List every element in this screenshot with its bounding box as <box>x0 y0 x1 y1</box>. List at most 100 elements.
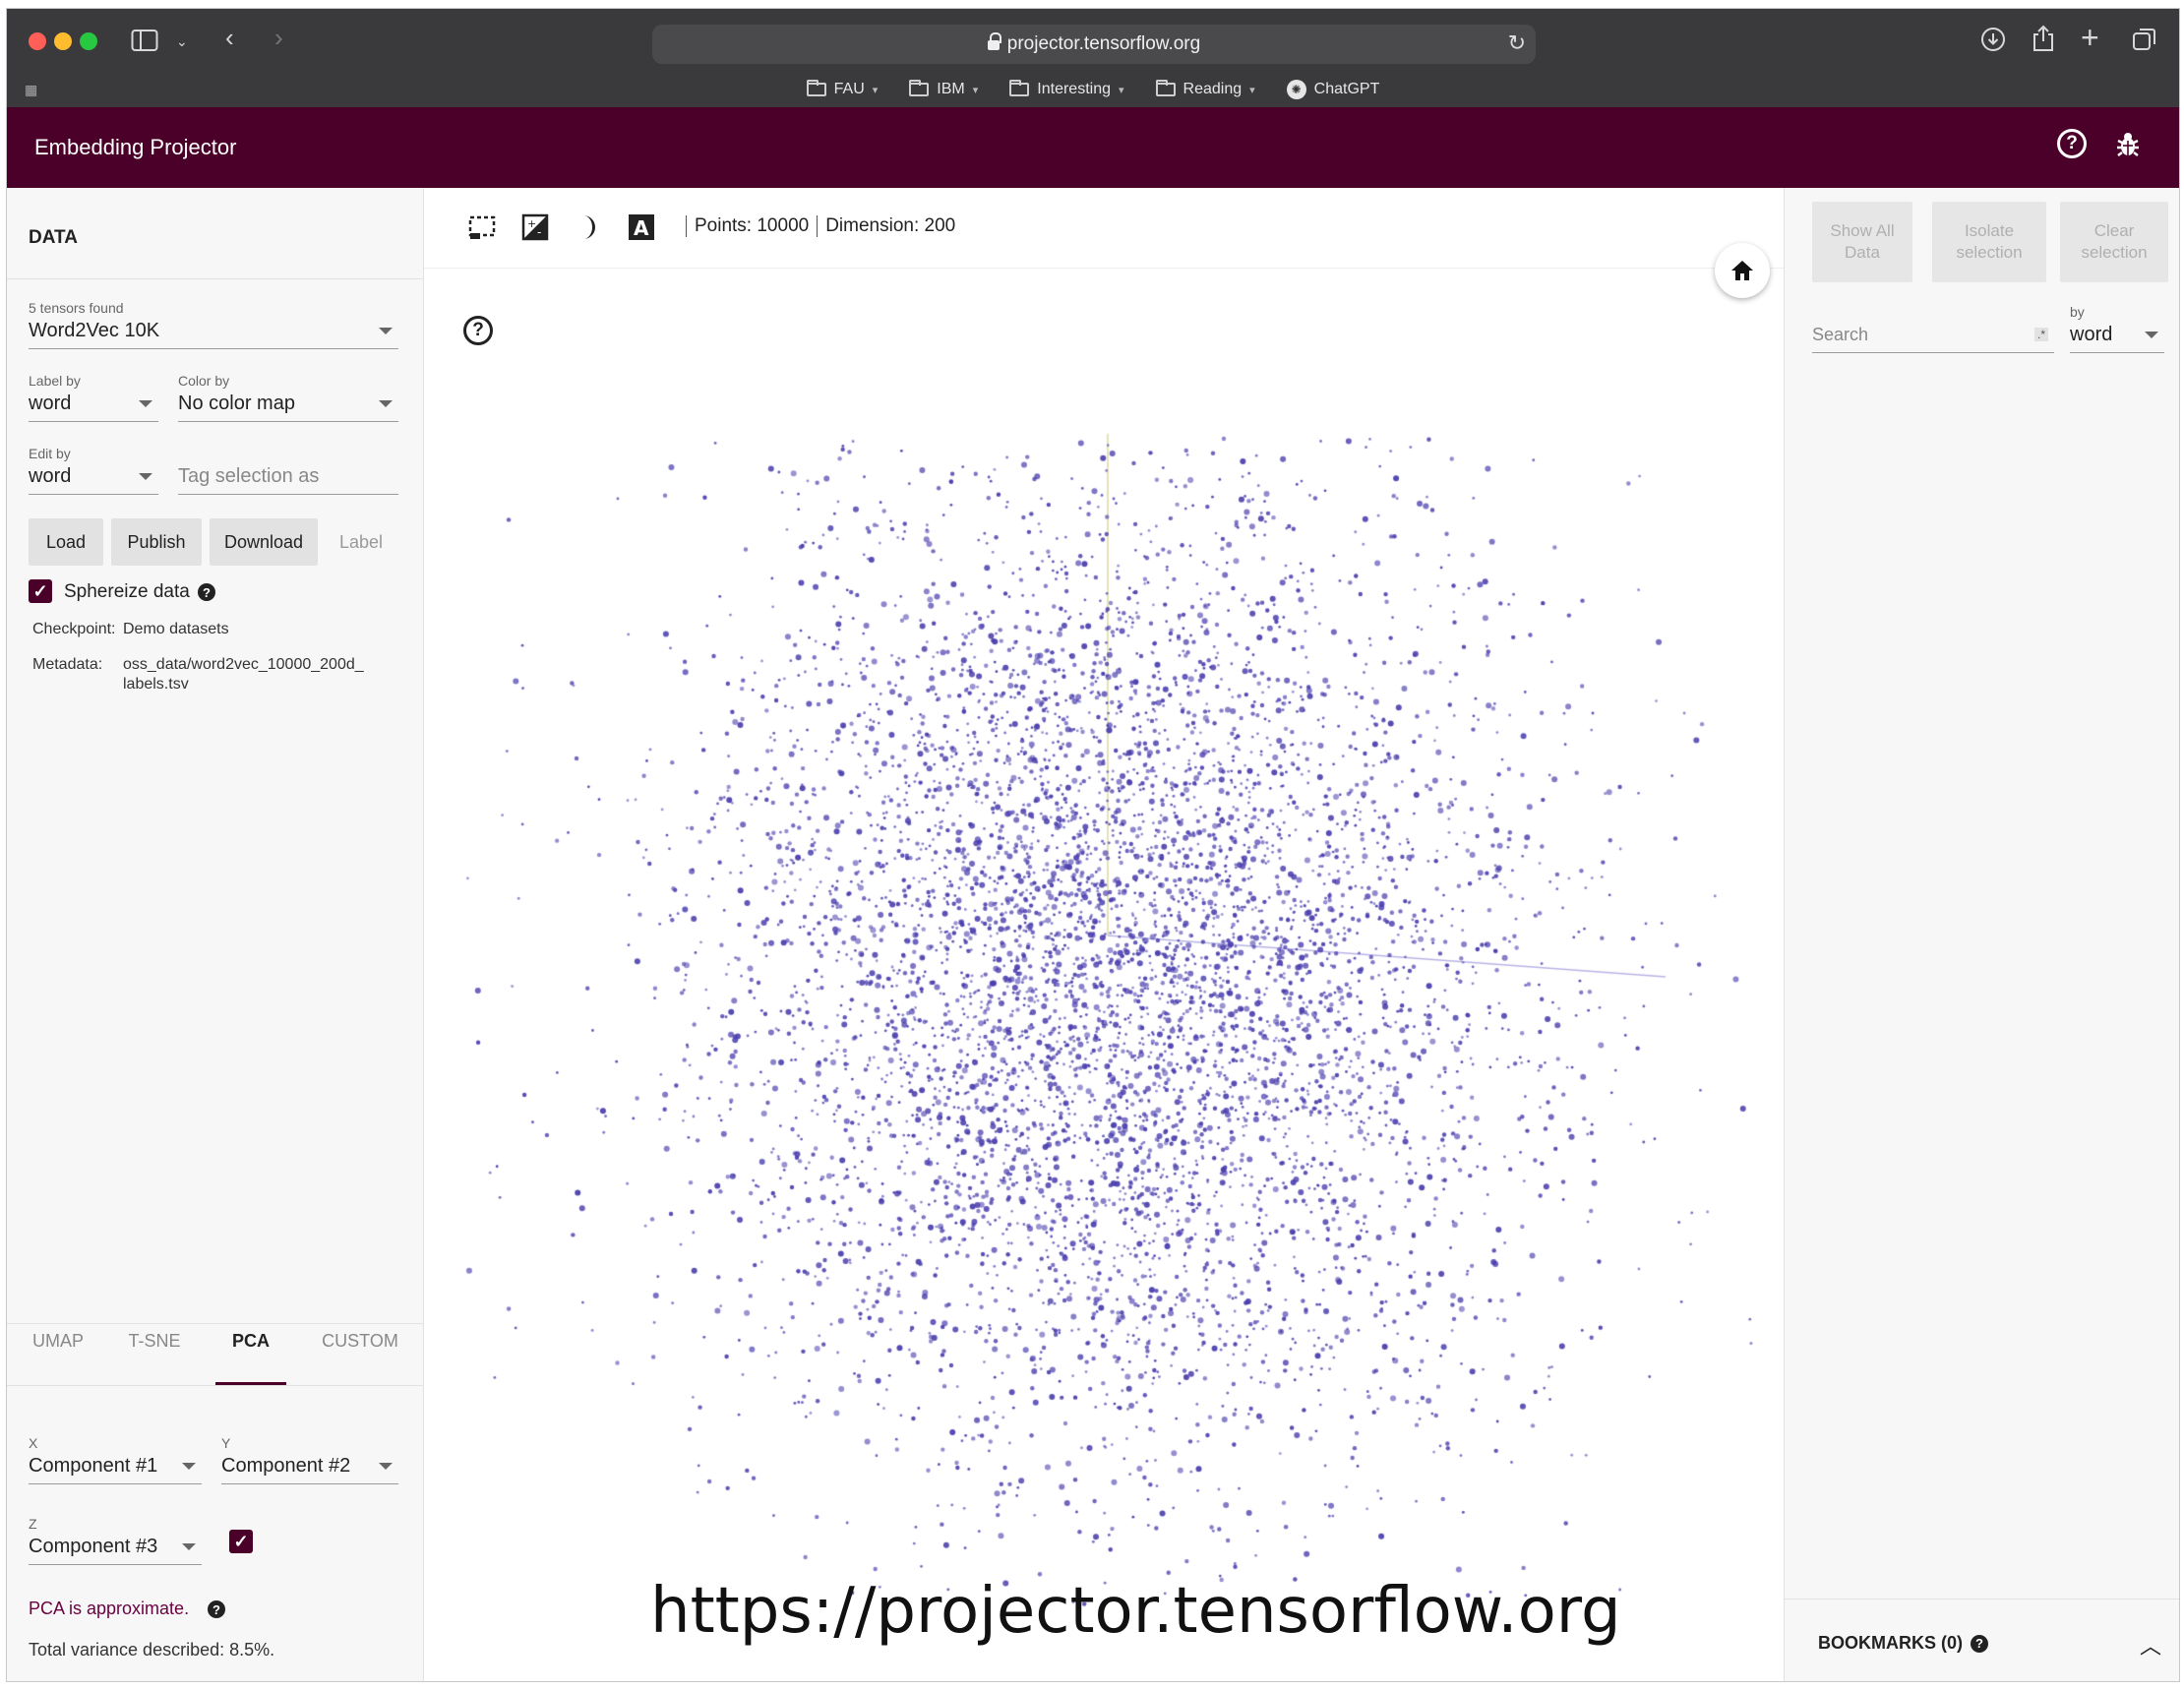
night-mode-contrast-icon[interactable]: + - <box>520 213 550 241</box>
metadata-value-cont: labels.tsv <box>123 676 189 693</box>
search-by-select[interactable]: word <box>2070 320 2164 353</box>
reset-view-button[interactable] <box>1715 243 1770 298</box>
bookmark-folder-fau[interactable]: FAU ▾ <box>806 80 879 98</box>
downloads-icon[interactable] <box>1980 27 2006 58</box>
color-by-select[interactable]: No color map <box>178 389 398 422</box>
show-labels-icon[interactable]: A <box>627 213 656 241</box>
search-input[interactable]: Search <box>1812 320 2054 353</box>
x-axis-label: X <box>29 1435 38 1451</box>
checkpoint-value: Demo datasets <box>123 621 229 637</box>
checkpoint-label: Checkpoint: <box>32 621 116 637</box>
help-icon[interactable]: ? <box>208 1600 225 1618</box>
close-window-button[interactable] <box>29 32 46 50</box>
url-caption: https://projector.tensorflow.org <box>650 1575 1621 1648</box>
tab-pca[interactable]: PCA <box>215 1331 286 1352</box>
tag-selection-input[interactable]: Tag selection as <box>178 461 398 495</box>
forward-arrow-icon[interactable]: › <box>274 25 283 50</box>
bookmark-folder-reading[interactable]: Reading ▾ <box>1155 80 1255 98</box>
divider <box>7 278 424 279</box>
tab-umap[interactable]: UMAP <box>27 1331 90 1352</box>
home-icon <box>1731 261 1753 280</box>
address-bar[interactable]: projector.tensorflow.org ↻ <box>652 25 1536 64</box>
viewer-toolbar: + - A Points: 10000 Dimension: 200 <box>424 188 1784 269</box>
regex-toggle-icon[interactable]: .* <box>2034 328 2049 341</box>
y-axis-label: Y <box>221 1435 231 1451</box>
metadata-value: oss_data/word2vec_10000_200d_ <box>123 656 364 673</box>
help-icon[interactable]: ? <box>1971 1634 1988 1653</box>
projection-viewer[interactable]: + - A Points: 10000 Dimension: 200 ? https… <box>424 188 1784 1681</box>
help-icon[interactable]: ? <box>2057 129 2087 158</box>
back-arrow-icon[interactable]: ‹ <box>225 25 234 50</box>
z-axis-label: Z <box>29 1516 37 1532</box>
bookmark-chatgpt[interactable]: ✺ ChatGPT <box>1286 80 1379 99</box>
help-icon[interactable]: ? <box>198 583 215 601</box>
new-tab-icon[interactable]: + <box>2081 22 2099 53</box>
address-bar-url: projector.tensorflow.org <box>1006 33 1201 54</box>
svg-text:-: - <box>537 225 541 239</box>
label-by-select[interactable]: word <box>29 389 158 422</box>
chevron-down-icon: ▾ <box>1119 84 1124 96</box>
bug-report-icon[interactable] <box>2116 131 2140 167</box>
bookmark-folder-interesting[interactable]: Interesting ▾ <box>1009 80 1124 98</box>
data-panel: DATA 5 tensors found Word2Vec 10K Label … <box>7 188 424 1681</box>
share-icon[interactable] <box>2032 25 2055 56</box>
dropdown-arrow-icon <box>182 1463 196 1470</box>
sphereize-label: Sphereize data <box>64 581 190 602</box>
dropdown-arrow-icon <box>139 473 152 480</box>
crescent-moon-icon[interactable] <box>574 213 603 241</box>
inspector-panel: Show All Data Isolate selection Clear se… <box>1784 188 2179 1681</box>
bookmark-folder-ibm[interactable]: IBM ▾ <box>909 80 979 98</box>
reload-icon[interactable]: ↻ <box>1508 30 1526 56</box>
lock-icon <box>987 32 1001 52</box>
tab-custom[interactable]: CUSTOM <box>318 1331 402 1352</box>
viewer-stats: Points: 10000 Dimension: 200 <box>678 215 955 237</box>
z-component-checkbox[interactable]: ✓ <box>229 1530 253 1553</box>
sphereize-checkbox[interactable]: ✓ <box>29 579 52 603</box>
minimize-window-button[interactable] <box>54 32 72 50</box>
tensor-select[interactable]: Word2Vec 10K <box>29 316 398 349</box>
clear-selection-button[interactable]: Clear selection <box>2060 202 2168 282</box>
folder-icon <box>1009 80 1030 96</box>
sidebar-menu-chevron-icon[interactable]: ⌄ <box>176 29 188 54</box>
tab-overview-icon[interactable] <box>2132 27 2157 56</box>
isolate-selection-button[interactable]: Isolate selection <box>1932 202 2046 282</box>
divider <box>7 1323 424 1324</box>
pca-approximate-note: PCA is approximate. <box>29 1599 190 1618</box>
label-button[interactable]: Label <box>326 518 396 566</box>
folder-icon <box>909 80 930 96</box>
chevron-up-icon[interactable]: ︿ <box>2140 1629 2161 1660</box>
folder-icon <box>1155 80 1176 96</box>
dimension-count: Dimension: 200 <box>825 215 956 237</box>
publish-button[interactable]: Publish <box>111 518 202 566</box>
svg-text:+: + <box>527 217 536 230</box>
tab-tsne[interactable]: T-SNE <box>123 1331 186 1352</box>
x-component-select[interactable]: Component #1 <box>29 1451 202 1484</box>
dropdown-arrow-icon <box>139 400 152 407</box>
show-all-data-button[interactable]: Show All Data <box>1812 202 1912 282</box>
app-header: Embedding Projector ? <box>7 107 2179 188</box>
sidebar-toggle-icon[interactable] <box>131 29 158 56</box>
search-by-label: by <box>2070 304 2085 320</box>
download-button[interactable]: Download <box>210 518 318 566</box>
zoom-window-button[interactable] <box>80 32 97 50</box>
scatter-plot-canvas[interactable] <box>424 188 1784 1681</box>
edit-by-label: Edit by <box>29 446 71 461</box>
chevron-down-icon: ▾ <box>872 84 879 96</box>
svg-text:A: A <box>634 216 649 240</box>
bookmarks-header[interactable]: BOOKMARKS (0) ? <box>1818 1633 1988 1654</box>
z-component-select[interactable]: Component #3 <box>29 1532 202 1565</box>
load-button[interactable]: Load <box>29 518 103 566</box>
dropdown-arrow-icon <box>2145 332 2158 338</box>
y-component-select[interactable]: Component #2 <box>221 1451 398 1484</box>
tensors-found-label: 5 tensors found <box>29 300 124 316</box>
metadata-label: Metadata: <box>32 656 103 673</box>
edit-by-select[interactable]: word <box>29 461 158 495</box>
points-count: Points: 10000 <box>695 215 810 237</box>
chevron-down-icon: ▾ <box>972 84 979 96</box>
browser-window: ⌄ ‹ › projector.tensorflow.org ↻ + ▦ FAU… <box>6 8 2180 1682</box>
browser-toolbar: ⌄ ‹ › projector.tensorflow.org ↻ + ▦ FAU… <box>7 9 2179 107</box>
viewer-help-icon[interactable]: ? <box>463 316 493 345</box>
select-rectangle-icon[interactable] <box>467 213 497 241</box>
variance-text: Total variance described: 8.5%. <box>29 1640 275 1660</box>
chatgpt-icon: ✺ <box>1286 80 1306 99</box>
